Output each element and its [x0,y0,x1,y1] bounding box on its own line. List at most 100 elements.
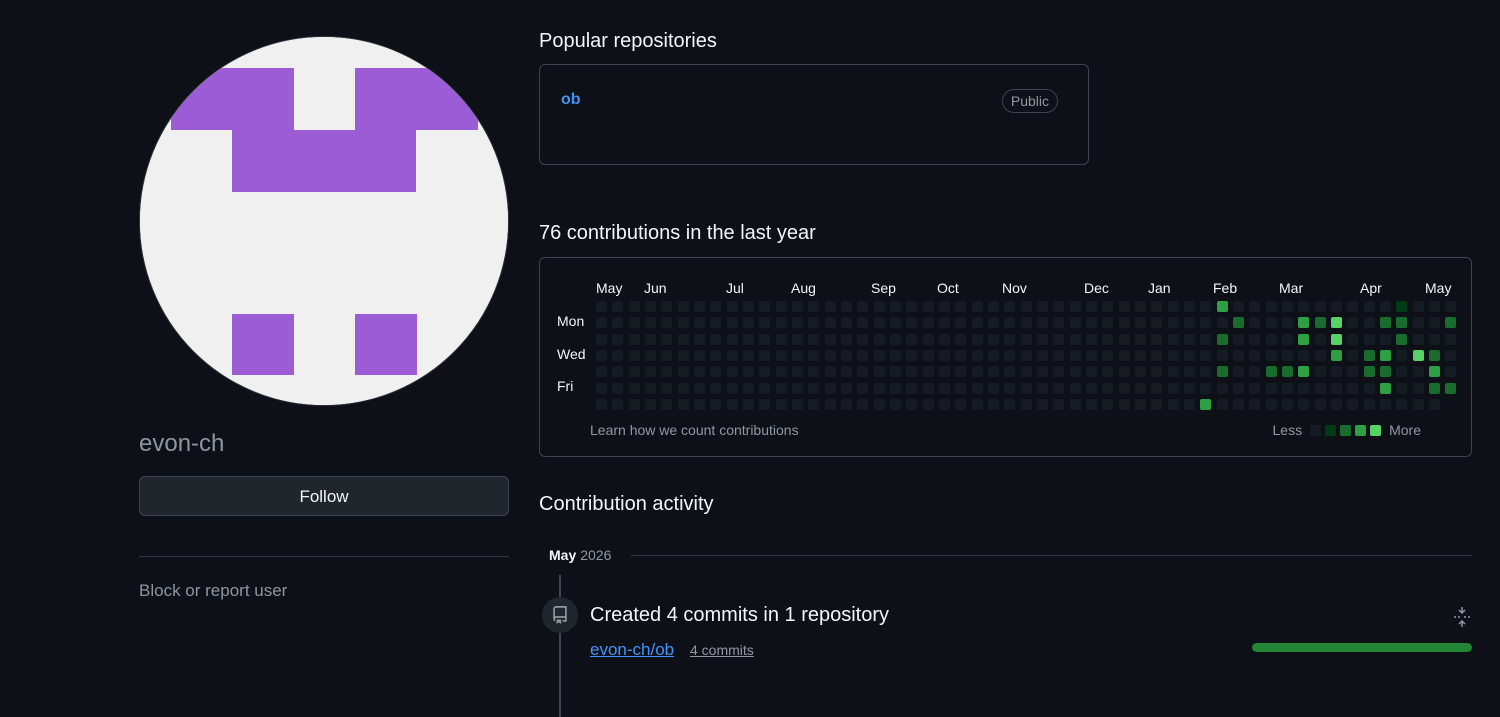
contribution-cell[interactable] [938,317,950,329]
contribution-cell[interactable] [808,366,820,378]
contribution-cell[interactable] [1363,301,1375,312]
contribution-cell[interactable] [1379,382,1391,394]
contribution-cell[interactable] [889,382,901,394]
contribution-cell[interactable] [808,398,820,410]
contribution-cell[interactable] [1069,398,1081,410]
contribution-cell[interactable] [987,333,999,345]
contribution-cell[interactable] [1265,349,1277,361]
contribution-cell[interactable] [922,333,934,345]
contribution-cell[interactable] [612,398,624,410]
contribution-cell[interactable] [987,349,999,361]
contribution-cell[interactable] [824,333,836,345]
contribution-cell[interactable] [1314,349,1326,361]
contribution-cell[interactable] [1134,333,1146,345]
contribution-cell[interactable] [1151,301,1163,312]
contribution-cell[interactable] [612,382,624,394]
contribution-cell[interactable] [628,333,640,345]
contribution-cell[interactable] [1216,349,1228,361]
contribution-cell[interactable] [644,366,656,378]
contribution-cell[interactable] [938,333,950,345]
contribution-cell[interactable] [1347,349,1359,361]
follow-button[interactable]: Follow [139,476,509,516]
contribution-cell[interactable] [1069,349,1081,361]
contribution-cell[interactable] [1167,333,1179,345]
commit-count-link[interactable]: 4 commits [690,642,754,658]
contribution-cell[interactable] [612,349,624,361]
contribution-cell[interactable] [1379,349,1391,361]
contribution-cell[interactable] [1020,366,1032,378]
contribution-cell[interactable] [1298,398,1310,410]
contribution-cell[interactable] [971,301,983,312]
contribution-cell[interactable] [1020,317,1032,329]
contribution-cell[interactable] [1347,317,1359,329]
contribution-cell[interactable] [775,317,787,329]
contribution-cell[interactable] [1412,317,1424,329]
contribution-cell[interactable] [1412,398,1424,410]
contribution-cell[interactable] [1330,382,1342,394]
contribution-cell[interactable] [1053,317,1065,329]
contribution-cell[interactable] [628,349,640,361]
contribution-cell[interactable] [857,382,869,394]
contribution-cell[interactable] [791,317,803,329]
contribution-cell[interactable] [1102,398,1114,410]
contribution-cell[interactable] [808,382,820,394]
contribution-cell[interactable] [1396,333,1408,345]
contribution-cell[interactable] [1004,333,1016,345]
contribution-cell[interactable] [1363,398,1375,410]
contribution-cell[interactable] [1428,301,1440,312]
contribution-cell[interactable] [677,317,689,329]
contribution-cell[interactable] [759,366,771,378]
contribution-cell[interactable] [1151,317,1163,329]
contribution-cell[interactable] [775,398,787,410]
contribution-cell[interactable] [628,382,640,394]
contribution-cell[interactable] [1232,317,1244,329]
contribution-cell[interactable] [1036,349,1048,361]
contribution-cell[interactable] [677,349,689,361]
contribution-cell[interactable] [693,382,705,394]
contribution-cell[interactable] [1298,382,1310,394]
contribution-cell[interactable] [710,398,722,410]
contribution-cell[interactable] [889,301,901,312]
contribution-cell[interactable] [1412,301,1424,312]
contribution-cell[interactable] [857,398,869,410]
contribution-cell[interactable] [1118,301,1130,312]
contribution-cell[interactable] [644,398,656,410]
contribution-cell[interactable] [1232,349,1244,361]
contribution-cell[interactable] [1363,366,1375,378]
contribution-cell[interactable] [1232,301,1244,312]
contribution-cell[interactable] [857,333,869,345]
contribution-cell[interactable] [1298,349,1310,361]
contribution-cell[interactable] [873,301,885,312]
contribution-cell[interactable] [1183,398,1195,410]
contribution-cell[interactable] [1118,366,1130,378]
contribution-cell[interactable] [1216,366,1228,378]
contribution-cell[interactable] [1102,333,1114,345]
contribution-cell[interactable] [742,349,754,361]
contribution-cell[interactable] [677,301,689,312]
contribution-cell[interactable] [1102,382,1114,394]
contribution-cell[interactable] [1232,366,1244,378]
contribution-cell[interactable] [840,398,852,410]
contribution-cell[interactable] [596,382,607,394]
contribution-cell[interactable] [693,317,705,329]
contribution-cell[interactable] [922,301,934,312]
contribution-cell[interactable] [840,317,852,329]
contribution-cell[interactable] [677,382,689,394]
contribution-cell[interactable] [889,366,901,378]
contribution-cell[interactable] [1069,333,1081,345]
contribution-cell[interactable] [726,333,738,345]
contribution-cell[interactable] [1396,398,1408,410]
contribution-cell[interactable] [1396,317,1408,329]
contribution-cell[interactable] [938,382,950,394]
contribution-cell[interactable] [1069,317,1081,329]
contribution-cell[interactable] [808,333,820,345]
contribution-cell[interactable] [759,349,771,361]
contribution-cell[interactable] [693,349,705,361]
contribution-cell[interactable] [1298,366,1310,378]
contribution-cell[interactable] [1363,317,1375,329]
contribution-cell[interactable] [857,317,869,329]
contribution-cell[interactable] [775,349,787,361]
block-report-link[interactable]: Block or report user [139,581,287,601]
contribution-cell[interactable] [1445,333,1457,345]
contribution-cell[interactable] [938,398,950,410]
